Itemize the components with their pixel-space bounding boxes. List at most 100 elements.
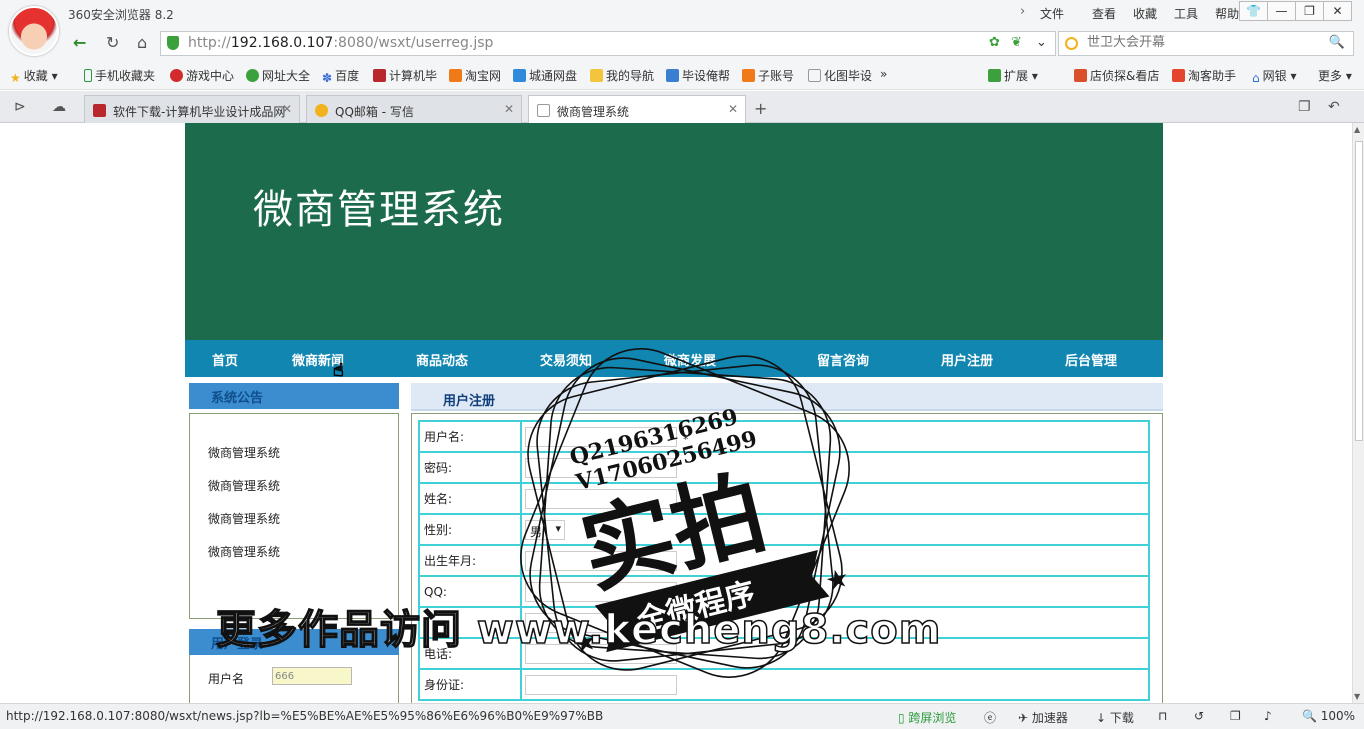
gender-select[interactable]: 男 xyxy=(525,519,565,540)
register-form: 用户名: * 密码:姓名: * 性别:男出生年月:QQ: 电话:身份证: xyxy=(411,413,1163,703)
form-value-cell xyxy=(520,637,1150,670)
tab-list-icon[interactable]: ❐ xyxy=(1298,99,1311,115)
zoom-button[interactable]: 🔍 100% xyxy=(1302,709,1355,723)
form-input[interactable] xyxy=(525,581,677,602)
favorites-bar: ★ 收藏 ▾ 手机收藏夹 游戏中心 网址大全 ✽ 百度 计算机毕 淘宝网 城通网盘 … xyxy=(0,60,1364,90)
minimize-icon[interactable]: — xyxy=(1267,1,1296,21)
tab-close-icon[interactable]: ✕ xyxy=(728,102,738,116)
fav-taoke[interactable]: 淘客助手 xyxy=(1172,67,1236,84)
fav-huatu[interactable]: 化图毕设 xyxy=(808,67,872,84)
notice-item[interactable]: 微商管理系统 xyxy=(190,444,398,477)
menu-view[interactable]: 查看 xyxy=(1092,5,1116,22)
speed-icon[interactable]: ✿ xyxy=(989,35,1000,50)
nav-development[interactable]: 微商发展 xyxy=(664,350,716,369)
fav-taobao[interactable]: 淘宝网 xyxy=(449,67,501,84)
form-input[interactable] xyxy=(525,457,677,478)
star-icon: ★ xyxy=(10,71,21,85)
undo-close-icon[interactable]: ↶ xyxy=(1328,99,1340,115)
nav-trade-notes[interactable]: 交易须知 xyxy=(540,350,592,369)
fav-baidu[interactable]: ✽ 百度 xyxy=(322,67,359,85)
bank-icon: ⌂ xyxy=(1252,71,1260,85)
home-icon[interactable]: ⌂ xyxy=(137,33,147,52)
search-engine-icon[interactable] xyxy=(1065,37,1078,50)
refresh-icon[interactable]: ↻ xyxy=(106,33,119,52)
close-icon[interactable]: ✕ xyxy=(1323,1,1352,21)
tab-qqmail[interactable]: QQ邮箱 - 写信 ✕ xyxy=(306,95,522,123)
page-icon xyxy=(537,104,550,117)
scroll-thumb[interactable] xyxy=(1355,141,1363,441)
fav-games[interactable]: 游戏中心 xyxy=(170,67,234,84)
new-tab-icon[interactable]: + xyxy=(754,99,767,118)
sound-icon[interactable]: ♪ xyxy=(1264,709,1272,723)
nav-products[interactable]: 商品动态 xyxy=(416,350,468,369)
menu-bar: 文件 查看 收藏 工具 帮助 xyxy=(1040,5,1239,22)
nav-register[interactable]: 用户注册 xyxy=(941,350,993,369)
search-input[interactable] xyxy=(1087,35,1317,50)
login-username-input[interactable] xyxy=(272,667,352,685)
form-input[interactable] xyxy=(525,612,677,633)
fav-bank[interactable]: ⌂ 网银 ▾ xyxy=(1252,67,1296,85)
nav-admin[interactable]: 后台管理 xyxy=(1065,350,1117,369)
fav-computer[interactable]: 计算机毕 xyxy=(373,67,437,84)
form-label: 出生年月: xyxy=(418,544,522,577)
tab-close-icon[interactable]: ✕ xyxy=(282,102,292,116)
fav-more-chevron[interactable]: » xyxy=(880,67,887,81)
form-label: 身份证: xyxy=(418,668,522,701)
skin-icon[interactable]: 👕 xyxy=(1239,1,1268,21)
menu-file[interactable]: 文件 xyxy=(1040,5,1064,22)
fav-sites[interactable]: 网址大全 xyxy=(246,67,310,84)
window-icon[interactable]: ❐ xyxy=(1230,709,1241,723)
form-input[interactable] xyxy=(525,643,677,664)
user-avatar[interactable] xyxy=(9,6,59,56)
menu-tools[interactable]: 工具 xyxy=(1174,5,1198,22)
fav-subaccount[interactable]: 子账号 xyxy=(742,67,794,84)
back-arrow-icon[interactable]: ← xyxy=(73,33,86,52)
page-scrollbar[interactable]: ▲ ▼ xyxy=(1352,123,1364,703)
page-viewport: 微商管理系统 首页 微商新闻 商品动态 交易须知 微商发展 留言咨询 用户注册 … xyxy=(0,123,1352,703)
search-icon[interactable]: 🔍 xyxy=(1329,35,1345,50)
menu-favorites[interactable]: 收藏 xyxy=(1133,5,1157,22)
dropdown-chevron-icon[interactable]: ⌄ xyxy=(1036,35,1047,50)
menu-help[interactable]: 帮助 xyxy=(1215,5,1239,22)
leaf-icon[interactable]: ❦ xyxy=(1011,35,1022,50)
url-field[interactable]: http://192.168.0.107:8080/wsxt/userreg.j… xyxy=(160,31,1056,56)
fav-extensions[interactable]: 扩展 ▾ xyxy=(988,67,1038,84)
form-input[interactable] xyxy=(525,488,677,509)
tab-software[interactable]: 软件下载-计算机毕业设计成品网 ✕ xyxy=(84,95,300,123)
fav-nav[interactable]: 我的导航 xyxy=(590,67,654,84)
sidebar-toggle-icon[interactable]: ⊳ xyxy=(14,99,26,115)
fav-bishe[interactable]: 毕设俺帮 xyxy=(666,67,730,84)
scroll-down-icon[interactable]: ▼ xyxy=(1354,692,1360,701)
form-label: 姓名: xyxy=(418,482,522,515)
fav-more[interactable]: 更多 ▾ xyxy=(1318,67,1352,84)
nav-home[interactable]: 首页 xyxy=(212,350,238,369)
refresh-status-icon[interactable]: ↺ xyxy=(1194,709,1204,723)
fav-mobile[interactable]: 手机收藏夹 xyxy=(84,67,155,84)
pin-icon[interactable]: ⊓ xyxy=(1158,709,1167,723)
notice-title: 系统公告 xyxy=(189,383,399,409)
download-button[interactable]: ↓ 下载 xyxy=(1096,709,1134,726)
tab-close-icon[interactable]: ✕ xyxy=(504,102,514,116)
required-mark: * xyxy=(683,433,689,446)
tab-wsxt[interactable]: 微商管理系统 ✕ xyxy=(528,95,746,124)
form-input[interactable] xyxy=(525,550,677,571)
fav-ctdisk[interactable]: 城通网盘 xyxy=(513,67,577,84)
form-input[interactable] xyxy=(525,674,677,695)
notice-item[interactable]: 微商管理系统 xyxy=(190,477,398,510)
notice-item[interactable]: 微商管理系统 xyxy=(190,510,398,543)
cross-screen-button[interactable]: ▯ 跨屏浏览 xyxy=(898,709,956,726)
tab-bar: ⊳ ☁ 软件下载-计算机毕业设计成品网 ✕ QQ邮箱 - 写信 ✕ 微商管理系统… xyxy=(0,91,1364,124)
restore-icon[interactable]: ❐ xyxy=(1295,1,1324,21)
shield-icon xyxy=(167,36,179,50)
nav-message[interactable]: 留言咨询 xyxy=(817,350,869,369)
url-text[interactable]: http://192.168.0.107:8080/wsxt/userreg.j… xyxy=(188,35,493,51)
fav-shop[interactable]: 店侦探&看店 xyxy=(1074,67,1159,84)
ie-icon[interactable]: ⓔ xyxy=(984,709,996,726)
cloud-icon[interactable]: ☁ xyxy=(52,99,66,115)
scroll-up-icon[interactable]: ▲ xyxy=(1354,125,1360,134)
form-input[interactable] xyxy=(525,426,677,447)
accelerator-button[interactable]: ✈ 加速器 xyxy=(1018,709,1068,726)
menu-chevron-icon[interactable]: › xyxy=(1020,4,1025,19)
notice-item[interactable]: 微商管理系统 xyxy=(190,543,398,576)
fav-collect[interactable]: ★ 收藏 ▾ xyxy=(10,67,58,85)
